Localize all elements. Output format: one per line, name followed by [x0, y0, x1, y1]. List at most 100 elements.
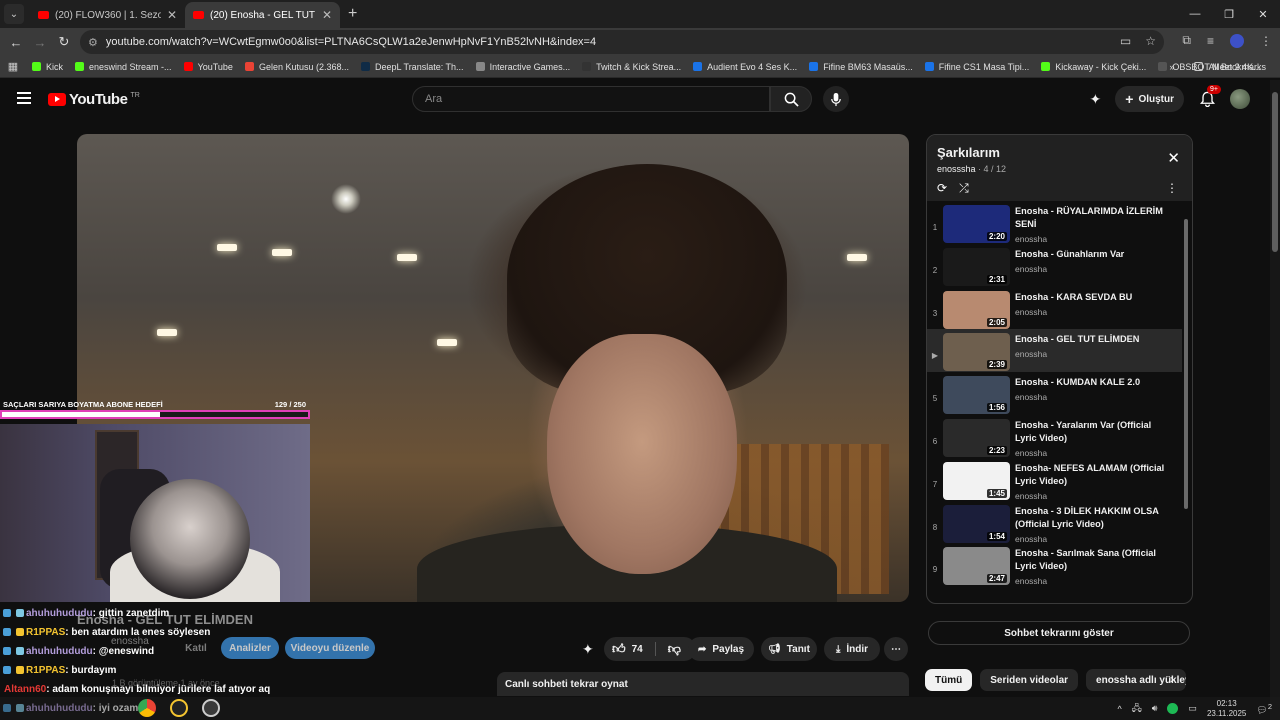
chat-message: R1PPAS : burdayım: [0, 661, 116, 679]
studio-icon[interactable]: ✦: [1090, 91, 1102, 108]
playlist-item[interactable]: 7 1:45 Enosha- NEFES ALAMAM (Official Lyri…: [927, 458, 1182, 501]
spotify-icon[interactable]: [1167, 703, 1179, 714]
playlist-item[interactable]: 3 2:05 Enosha - KARA SEVDA BU enossha: [927, 287, 1182, 330]
apps-grid-icon[interactable]: ▦: [0, 60, 26, 73]
search-button[interactable]: [770, 86, 812, 112]
notification-center-icon[interactable]: 💬︎2: [1256, 702, 1272, 716]
playlist-item-duration: 1:56: [986, 403, 1007, 413]
system-clock[interactable]: 02:13 23.11.2025: [1207, 699, 1246, 719]
playlist-item[interactable]: 2 2:31 Enosha - Günahlarım Var enossha: [927, 244, 1182, 287]
bookmark-item[interactable]: eneswind Stream -...: [69, 62, 178, 72]
dislike-icon[interactable]: 👎︎: [668, 641, 681, 657]
site-info-icon[interactable]: ⚙: [88, 36, 98, 49]
profile-icon[interactable]: [1230, 33, 1244, 48]
all-bookmarks[interactable]: All Bookmarks: [1188, 62, 1272, 72]
new-tab-button[interactable]: +: [348, 5, 357, 23]
create-button[interactable]: + Oluştur: [1115, 86, 1184, 112]
page-scroll-thumb[interactable]: [1272, 92, 1278, 252]
bookmark-star-icon[interactable]: ☆: [1145, 34, 1156, 48]
chat-text: : ben atardım la enes söylesen: [65, 626, 211, 638]
battery-icon[interactable]: ▭: [1188, 703, 1197, 714]
playlist-item[interactable]: 1 2:20 Enosha - RÜYALARIMDA İZLERİM SENİ en…: [927, 201, 1182, 244]
like-icon[interactable]: 👍︎: [612, 641, 626, 657]
volume-icon[interactable]: 🔊︎: [1152, 703, 1158, 714]
browser-menu-icon[interactable]: ⋮: [1260, 34, 1272, 48]
download-button[interactable]: ⤓ İndir: [824, 637, 880, 661]
bookmark-item[interactable]: Interactive Games...: [470, 62, 577, 72]
browser-tab-active[interactable]: (20) Enosha - GEL TUT ELİMDEN ✕: [185, 2, 340, 28]
chips-next-icon[interactable]: ›: [1170, 672, 1174, 686]
tray-overflow-icon[interactable]: ^: [1117, 704, 1121, 714]
analytics-button[interactable]: Analizler: [221, 637, 279, 659]
obs-taskbar-icon[interactable]: [202, 699, 220, 717]
remix-icon[interactable]: ✦: [582, 641, 594, 658]
tab-close-icon[interactable]: ✕: [322, 8, 332, 22]
bookmark-item[interactable]: Fifine CS1 Masa Tipi...: [919, 62, 1036, 72]
reload-icon[interactable]: ↻: [52, 34, 76, 50]
show-chat-replay-button[interactable]: Sohbet tekrarını göster: [928, 621, 1190, 645]
browser-tab[interactable]: (20) FLOW360 | 1. Sezon 2. Bölü ✕: [30, 2, 185, 28]
bookmark-item[interactable]: Twitch & Kick Strea...: [576, 62, 687, 72]
live-chat-replay-bar[interactable]: Canlı sohbeti tekrar oynat: [497, 672, 909, 696]
clock-date: 23.11.2025: [1206, 708, 1247, 718]
playlist-scroll-thumb[interactable]: [1184, 219, 1188, 509]
bookmark-item[interactable]: YouTube: [178, 62, 239, 72]
bookmark-item[interactable]: Kickaway - Kick Çeki...: [1035, 62, 1152, 72]
playlist-channel[interactable]: enosssha: [937, 164, 976, 174]
forward-icon[interactable]: →: [28, 35, 52, 50]
bookmark-item[interactable]: DeepL Translate: Th...: [355, 62, 470, 72]
tab-title: (20) Enosha - GEL TUT ELİMDEN: [210, 9, 316, 21]
more-bookmarks-icon[interactable]: »: [1169, 62, 1174, 72]
loop-icon[interactable]: ⟳: [937, 181, 947, 196]
playlist-items: 1 2:20 Enosha - RÜYALARIMDA İZLERİM SENİ en…: [927, 201, 1182, 603]
bookmark-item[interactable]: Fifine BM63 Masaüs...: [803, 62, 919, 72]
back-icon[interactable]: ←: [4, 35, 28, 50]
tab-title: (20) FLOW360 | 1. Sezon 2. Bölü: [55, 9, 161, 21]
playlist-item[interactable]: ▶ 2:39 Enosha - GEL TUT ELİMDEN enossha: [927, 329, 1182, 373]
network-icon[interactable]: 🖧︎: [1132, 701, 1142, 717]
promote-button[interactable]: 📢︎ Tanıt: [761, 637, 817, 661]
playlist-menu-icon[interactable]: ⋮: [1166, 181, 1178, 195]
bookmark-label: DeepL Translate: Th...: [375, 61, 464, 72]
cast-icon[interactable]: ▭: [1120, 34, 1131, 48]
menu-icon[interactable]: [17, 92, 31, 104]
playlist-item-title: Enosha - Sarılmak Sana (Official Lyric V…: [1015, 548, 1156, 572]
playlist-item[interactable]: 8 1:54 Enosha - 3 DİLEK HAKKIM OLSA (Offic…: [927, 501, 1182, 544]
playlist-item[interactable]: 9 2:47 Enosha - Sarılmak Sana (Official Ly…: [927, 543, 1182, 586]
playlist-scrollbar[interactable]: [1184, 209, 1188, 601]
app-taskbar-icon[interactable]: [170, 699, 188, 717]
bookmark-item[interactable]: Kick: [26, 62, 69, 72]
minimize-icon[interactable]: —: [1178, 0, 1212, 28]
extensions-icon[interactable]: ⧉: [1182, 33, 1191, 48]
chrome-taskbar-icon[interactable]: [138, 699, 156, 717]
playlist-item[interactable]: 5 1:56 Enosha - KUMDAN KALE 2.0 enossha: [927, 372, 1182, 415]
playlist-item-thumbnail: 2:23: [943, 418, 1010, 457]
playlist-title[interactable]: Şarkılarım: [937, 145, 1182, 160]
like-count: 74: [631, 643, 643, 655]
shuffle-icon[interactable]: ⤮: [959, 181, 969, 196]
restore-icon[interactable]: ❐: [1212, 0, 1246, 28]
close-window-icon[interactable]: ✕: [1246, 0, 1280, 28]
filter-chips: Tümü Seriden videolar enossha adlı yükle…: [925, 669, 1187, 691]
media-controls-icon[interactable]: ≡: [1207, 34, 1214, 48]
account-avatar[interactable]: [1230, 89, 1250, 109]
tab-search-button[interactable]: ⌄: [4, 4, 24, 24]
search-input[interactable]: Ara: [412, 86, 770, 112]
page-scrollbar[interactable]: [1270, 80, 1280, 720]
more-actions-button[interactable]: ⋯: [884, 637, 908, 661]
playlist-item-thumbnail: 1:54: [943, 504, 1010, 543]
youtube-logo[interactable]: YouTube TR: [48, 91, 140, 108]
tab-close-icon[interactable]: ✕: [167, 8, 177, 22]
edit-video-button[interactable]: Videoyu düzenle: [285, 637, 375, 659]
address-bar[interactable]: ⚙ youtube.com/watch?v=WCwtEgmw0o0&list=P…: [80, 30, 1164, 54]
bookmark-item[interactable]: Gelen Kutusu (2.368...: [239, 62, 355, 72]
chip-series[interactable]: Seriden videolar: [980, 669, 1079, 691]
playlist-item[interactable]: 6 2:23 Enosha - Yaralarım Var (Official Ly…: [927, 415, 1182, 458]
close-playlist-icon[interactable]: ✕: [1167, 149, 1180, 167]
bookmark-item[interactable]: Audient Evo 4 Ses K...: [687, 62, 803, 72]
chip-all[interactable]: Tümü: [925, 669, 973, 691]
share-button[interactable]: ➦ Paylaş: [688, 637, 754, 661]
playlist-item-index: 8: [932, 522, 938, 532]
voice-search-button[interactable]: [823, 86, 849, 112]
notifications-button[interactable]: 9+: [1198, 85, 1221, 108]
